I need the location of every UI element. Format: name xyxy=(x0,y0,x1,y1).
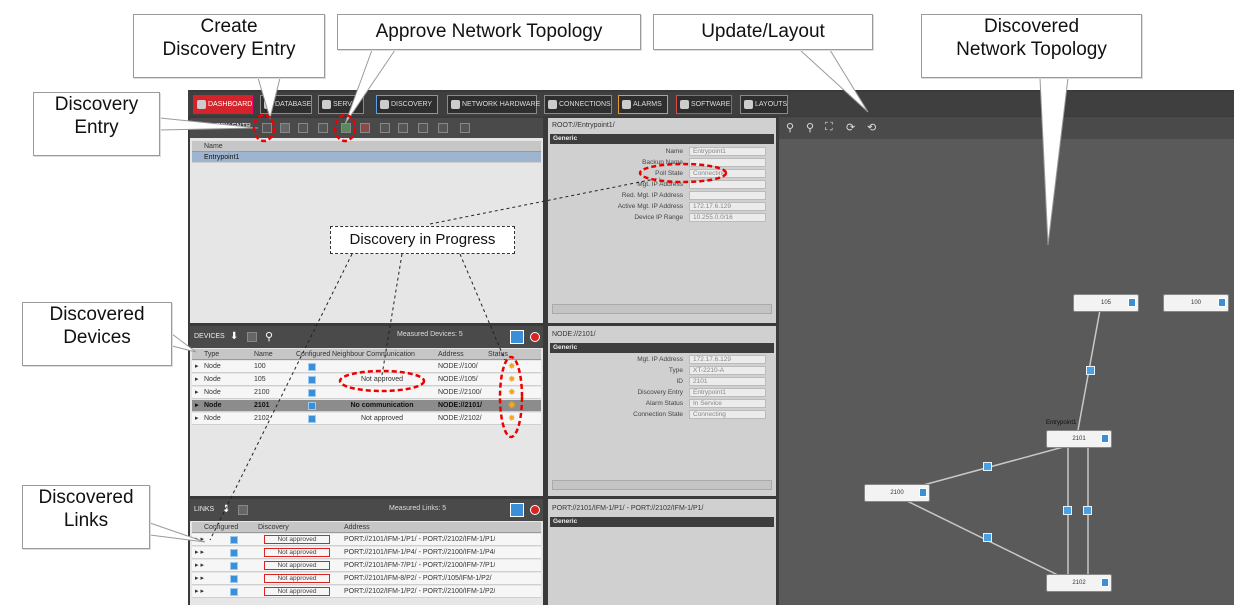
callout-approve-topology: Approve Network Topology xyxy=(337,14,641,50)
callout-discovered-topology: Discovered Network Topology xyxy=(921,14,1142,78)
callout-discovered-links: Discovered Links xyxy=(22,485,150,549)
callout-create-discovery-entry: Create Discovery Entry xyxy=(133,14,325,78)
callout-pointer-update xyxy=(799,49,869,113)
progress-line-status xyxy=(459,253,506,361)
callout-pointer-create xyxy=(257,77,281,120)
callout-pointer-links xyxy=(149,522,206,543)
progress-line-poll xyxy=(429,177,661,225)
callout-pointer-devices xyxy=(171,333,197,353)
highlight-approve xyxy=(333,113,357,143)
callout-discovery-in-progress: Discovery in Progress xyxy=(330,226,515,254)
progress-line-links xyxy=(209,253,353,541)
callout-pointer-entry xyxy=(159,117,259,131)
progress-line-devices xyxy=(381,253,403,376)
highlight-status xyxy=(498,355,524,439)
callout-discovery-entry: Discovery Entry xyxy=(33,92,160,156)
callout-discovered-devices: Discovered Devices xyxy=(22,302,172,366)
callout-pointer-topology xyxy=(1039,77,1069,246)
annotation-overlay xyxy=(149,49,1069,543)
callout-pointer-approve xyxy=(344,49,396,125)
highlight-poll-state xyxy=(638,162,728,184)
callout-update-layout: Update/Layout xyxy=(653,14,873,50)
